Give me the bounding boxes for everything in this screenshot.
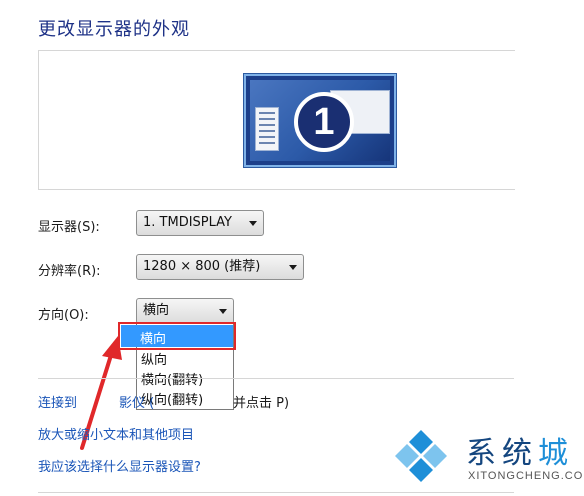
watermark-brand-b: 城: [538, 436, 574, 471]
connect-projector-link[interactable]: 连接到 影仪 (: [38, 392, 154, 411]
display-help-link[interactable]: 我应该选择什么显示器设置?: [38, 456, 201, 475]
watermark-brand: 系统城: [466, 428, 574, 472]
annotation-arrow: [80, 336, 122, 450]
watermark-url: XITONGCHENG.COM: [468, 470, 584, 482]
watermark-brand-a: 系统: [466, 436, 538, 471]
text-size-link[interactable]: 放大或缩小文本和其他项目: [38, 424, 194, 443]
projector-shortcut-hint: 并点击 P): [233, 396, 290, 411]
connect-projector-link-text-b: 影仪 (: [119, 396, 155, 411]
xitongcheng-logo: [395, 430, 447, 482]
section-divider: [38, 378, 514, 379]
bottom-divider: [38, 492, 514, 493]
connect-projector-link-text-a: 连接到: [38, 396, 78, 411]
